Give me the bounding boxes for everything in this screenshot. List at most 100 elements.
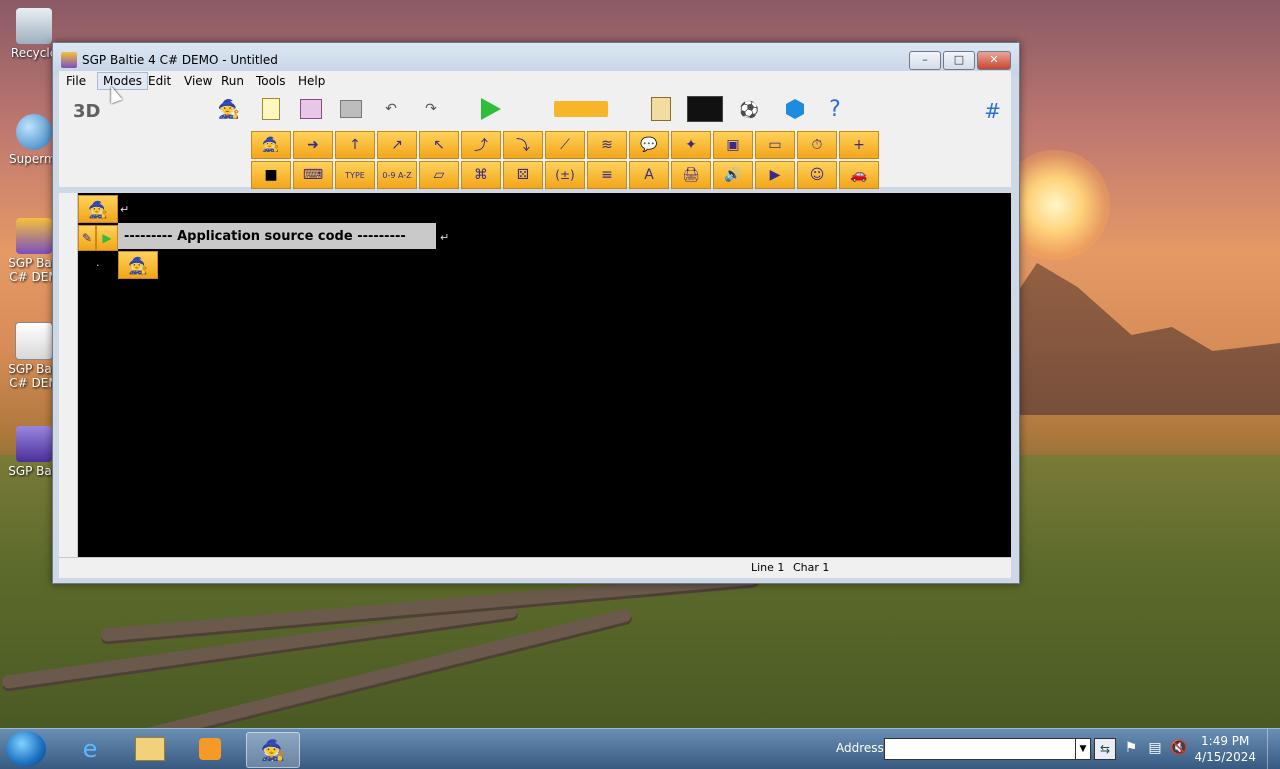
command-button[interactable]: 🧙 (251, 131, 291, 159)
status-bar: Line 1 Char 1 (59, 557, 1011, 578)
command-button[interactable]: ⚄ (503, 161, 543, 189)
command-button[interactable]: ↖ (419, 131, 459, 159)
editor-area: 🧙 ↵ ✎ ▶ --------- Application source cod… (59, 193, 1011, 557)
mode-3d-label[interactable]: 3D (73, 101, 100, 122)
command-button[interactable]: ✦ (671, 131, 711, 159)
objects-icon[interactable]: ⚽ (731, 95, 767, 123)
command-button[interactable]: 0-9 A-Z (377, 161, 417, 189)
command-button[interactable]: ➜ (293, 131, 333, 159)
flag-icon[interactable]: ⚑ (1122, 740, 1140, 758)
toolbar: 3D 🧙 ↶ ↷ ⚽ ? # 🧙 ➜ ↑ ↗ ↖ ⤴ ⤵ ⟋ ≋ 💬 ✦ ▣ ▭… (59, 91, 1011, 189)
globe-icon (16, 114, 52, 150)
source-editor[interactable]: 🧙 ↵ ✎ ▶ --------- Application source cod… (78, 193, 1011, 557)
clock[interactable]: 1:49 PM 4/15/2024 (1194, 733, 1256, 765)
menu-view[interactable]: View (179, 73, 217, 89)
clock-date: 4/15/2024 (1194, 750, 1256, 764)
cube-icon[interactable] (781, 95, 809, 123)
command-row-1: 🧙 ➜ ↑ ↗ ↖ ⤴ ⤵ ⟋ ≋ 💬 ✦ ▣ ▭ ⏱ + (251, 131, 881, 159)
explorer-taskbar-icon[interactable] (124, 732, 176, 766)
print-icon[interactable] (337, 95, 365, 123)
arrow-block-icon[interactable] (553, 95, 609, 123)
clock-time: 1:49 PM (1201, 734, 1250, 748)
help-icon[interactable]: ? (821, 95, 849, 123)
pages-icon[interactable] (647, 95, 675, 123)
address-label: Address (836, 741, 884, 755)
hash-icon[interactable]: # (984, 99, 1001, 123)
document-icon (15, 322, 53, 360)
status-line: Line 1 (751, 561, 785, 574)
wizard-block[interactable]: 🧙 (118, 251, 158, 279)
wizard-block[interactable]: 🧙 (78, 195, 118, 223)
taskbar: e 🧙 Address ▼ ⇆ ⚑ ▤ 🔇 1:49 PM 4/15/2024 (0, 728, 1280, 769)
close-button[interactable]: ✕ (977, 51, 1011, 70)
command-button[interactable]: A (629, 161, 669, 189)
command-button[interactable]: + (839, 131, 879, 159)
recycle-bin-icon (16, 8, 52, 44)
address-input[interactable] (884, 738, 1076, 760)
menu-bar: File Modes Edit View Run Tools Help (59, 71, 1011, 91)
pencil-block[interactable]: ✎ (78, 225, 96, 251)
return-marker: ↵ (120, 203, 130, 216)
ie-taskbar-icon[interactable]: e (64, 732, 116, 766)
wizard-icon (16, 218, 52, 254)
command-row-2: ■ ⌨ TYPE 0-9 A-Z ▱ ⌘ ⚄ (±) ≡ A 🖨 🔊 ▶ ☺ 🚗 (251, 161, 881, 189)
command-button[interactable]: ▶ (755, 161, 795, 189)
chevron-down-icon[interactable]: ▼ (1076, 738, 1091, 760)
command-button[interactable]: ⤴ (461, 131, 501, 159)
start-button[interactable] (6, 731, 46, 767)
window-title: SGP Baltie 4 C# DEMO - Untitled (82, 53, 278, 67)
command-button[interactable]: ⌘ (461, 161, 501, 189)
dot-marker: · (96, 259, 100, 272)
redo-icon[interactable]: ↷ (417, 95, 445, 123)
command-button[interactable]: (±) (545, 161, 585, 189)
desktop-icon-label: Recycle (10, 46, 58, 60)
menu-modes[interactable]: Modes (97, 72, 148, 90)
command-button[interactable]: ⟋ (545, 131, 585, 159)
network-icon[interactable]: ▤ (1146, 740, 1164, 758)
command-button[interactable]: 💬 (629, 131, 669, 159)
run-icon[interactable] (477, 95, 505, 123)
wizard-icon[interactable]: 🧙 (215, 95, 243, 123)
command-button[interactable]: ↑ (335, 131, 375, 159)
command-button[interactable]: 🔊 (713, 161, 753, 189)
undo-icon[interactable]: ↶ (377, 95, 405, 123)
command-button[interactable]: ⤵ (503, 131, 543, 159)
command-button[interactable]: ≡ (587, 161, 627, 189)
command-button[interactable]: ↗ (377, 131, 417, 159)
command-button[interactable]: 🖨 (671, 161, 711, 189)
media-player-taskbar-icon[interactable] (184, 732, 236, 766)
status-char: Char 1 (793, 561, 830, 574)
command-button[interactable]: ⏱ (797, 131, 837, 159)
open-icon[interactable] (297, 95, 325, 123)
menu-edit[interactable]: Edit (143, 73, 176, 89)
menu-run[interactable]: Run (216, 73, 249, 89)
maximize-button[interactable]: □ (943, 51, 975, 70)
mountain-decoration (1010, 263, 1280, 415)
return-marker: ↵ (440, 231, 450, 244)
command-button[interactable]: ▭ (755, 131, 795, 159)
baltie-taskbar-icon[interactable]: 🧙 (246, 732, 300, 768)
wizard-icon (61, 52, 77, 68)
screen-icon[interactable] (687, 95, 723, 123)
editor-gutter (59, 193, 78, 557)
refresh-icon[interactable]: ⇆ (1094, 738, 1116, 760)
command-button[interactable]: ■ (251, 161, 291, 189)
command-button[interactable]: ☺ (797, 161, 837, 189)
command-button[interactable]: ≋ (587, 131, 627, 159)
menu-file[interactable]: File (61, 73, 91, 89)
command-button[interactable]: 🚗 (839, 161, 879, 189)
app-window: SGP Baltie 4 C# DEMO - Untitled – □ ✕ Fi… (52, 42, 1020, 584)
volume-mute-icon[interactable]: 🔇 (1170, 740, 1188, 758)
command-button[interactable]: ▣ (713, 131, 753, 159)
wizard-icon (16, 426, 52, 462)
source-comment[interactable]: --------- Application source code ------… (118, 223, 436, 249)
minimize-button[interactable]: – (909, 51, 941, 70)
run-block[interactable]: ▶ (96, 225, 118, 251)
command-button[interactable]: ▱ (419, 161, 459, 189)
menu-help[interactable]: Help (293, 73, 330, 89)
command-button[interactable]: ⌨ (293, 161, 333, 189)
show-desktop-button[interactable] (1267, 729, 1280, 769)
command-button[interactable]: TYPE (335, 161, 375, 189)
new-file-icon[interactable] (257, 95, 285, 123)
menu-tools[interactable]: Tools (251, 73, 291, 89)
